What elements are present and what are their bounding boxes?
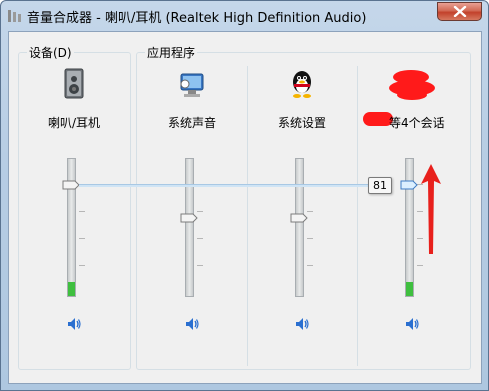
app-sessions-volume-thumb[interactable] [400, 180, 418, 190]
system-sounds-column: 系统声音 [137, 32, 247, 385]
volume-mixer-window: 音量合成器 - 喇叭/耳机 (Realtek High Definition A… [0, 0, 489, 391]
mixer-app-icon [8, 10, 21, 22]
system-settings-volume-thumb[interactable] [290, 213, 308, 223]
close-button[interactable] [437, 2, 482, 21]
system-sounds-volume-track[interactable] [185, 158, 194, 297]
speaker-device-icon[interactable] [58, 68, 90, 100]
volume-value-tooltip: 81 [368, 177, 392, 194]
app-sessions-level-meter [406, 282, 413, 296]
close-icon [453, 6, 466, 17]
volume-link-line [79, 184, 369, 187]
title-bar[interactable]: 音量合成器 - 喇叭/耳机 (Realtek High Definition A… [1, 1, 488, 31]
system-sounds-label: 系统声音 [167, 116, 216, 130]
device-volume-thumb[interactable] [62, 180, 80, 190]
window-title: 音量合成器 - 喇叭/耳机 (Realtek High Definition A… [27, 11, 367, 26]
system-sounds-ticks [197, 158, 207, 297]
device-ticks [79, 158, 89, 297]
qq-penguin-icon[interactable] [286, 68, 318, 100]
app-sessions-label: 等4个会话 [389, 116, 445, 130]
up-arrow-annotation-icon [421, 164, 441, 254]
app-sessions-column: 等4个会话 [357, 32, 467, 385]
system-settings-mute-speaker-icon[interactable] [294, 316, 310, 332]
mixer-client-area: 设备(D) 应用程序 喇叭/耳机 系统声音 系统设置 等4个会话 81 [8, 31, 482, 384]
system-settings-label: 系统设置 [277, 116, 326, 130]
app-sessions-mute-speaker-icon[interactable] [404, 316, 420, 332]
system-sounds-volume-thumb[interactable] [180, 213, 198, 223]
volume-value-text: 81 [373, 179, 387, 192]
system-sounds-mute-speaker-icon[interactable] [184, 316, 200, 332]
device-column: 喇叭/耳机 [19, 32, 129, 385]
device-volume-track[interactable] [67, 158, 76, 297]
system-settings-ticks [307, 158, 317, 297]
redacted-app-icon[interactable] [389, 68, 439, 102]
app-sessions-volume-track[interactable] [405, 158, 414, 297]
system-sounds-icon[interactable] [176, 68, 208, 100]
system-settings-column: 系统设置 [247, 32, 357, 385]
device-mute-speaker-icon[interactable] [66, 316, 82, 332]
device-name-label: 喇叭/耳机 [47, 116, 101, 130]
system-settings-volume-track[interactable] [295, 158, 304, 297]
device-level-meter [68, 282, 75, 296]
